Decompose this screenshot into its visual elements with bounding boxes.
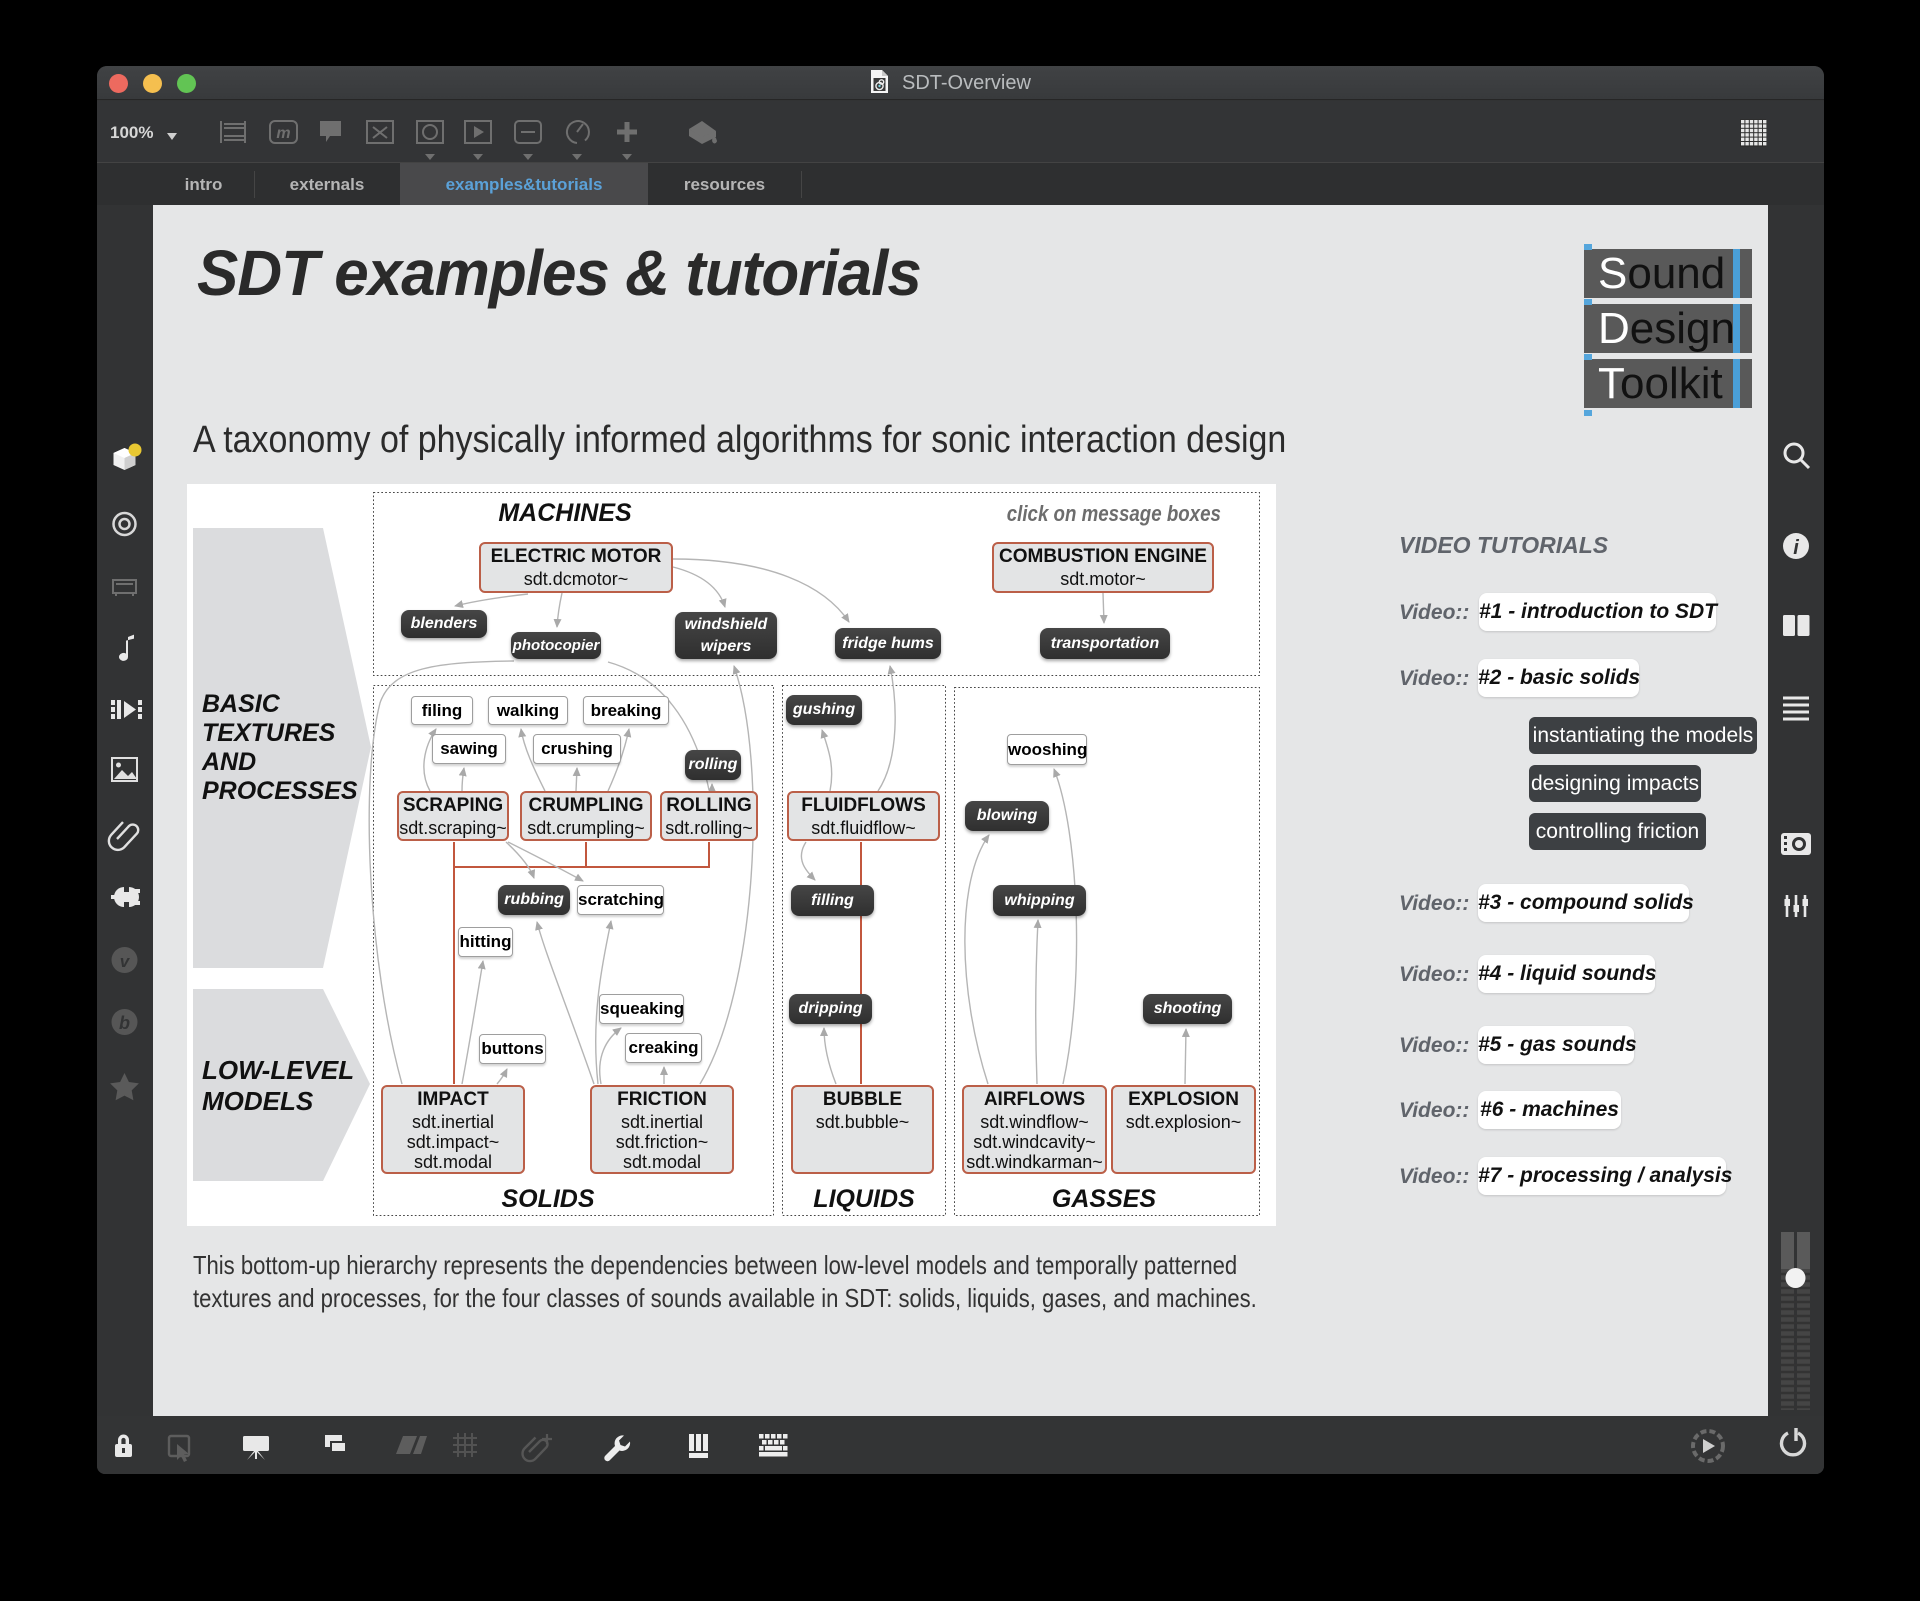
svg-text:b: b xyxy=(119,1013,130,1033)
svg-text:m: m xyxy=(276,125,290,142)
svg-text:v: v xyxy=(120,952,131,971)
svg-text:i: i xyxy=(1793,537,1799,559)
